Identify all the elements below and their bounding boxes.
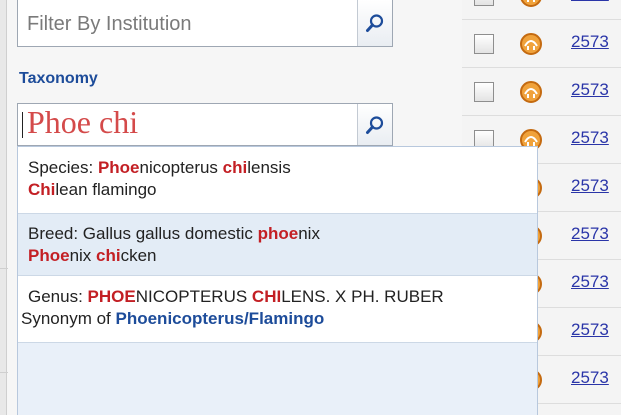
record-link[interactable]: 2573 — [571, 368, 609, 388]
search-icon — [366, 14, 384, 32]
suggestion-breed[interactable]: Breed: Gallus gallus domestic phoenix Ph… — [18, 214, 537, 276]
suggestion-title: Breed: Gallus gallus domestic phoenix — [28, 223, 537, 245]
suggestion-species[interactable]: Species: Phoenicopterus chilensis Chilea… — [18, 147, 537, 214]
result-row: 2573 — [462, 68, 621, 116]
taxonomy-search-button[interactable] — [357, 104, 392, 145]
match-highlight: Phoe — [97, 158, 140, 177]
suggestion-title: Species: Phoenicopterus chilensis — [28, 157, 537, 179]
text-run: nicopterus — [139, 158, 223, 177]
autocomplete-dropdown: Species: Phoenicopterus chilensis Chilea… — [17, 146, 538, 415]
bird-type-icon — [520, 81, 542, 103]
suggestion-genus[interactable]: Genus: PHOENICOPTERUS CHILENS. X PH. RUB… — [18, 276, 537, 343]
row-checkbox[interactable] — [474, 0, 494, 6]
suggestion-subtitle: Synonym of Phoenicopterus/Flamingo — [21, 308, 537, 330]
synonym-link[interactable]: Phoenicopterus/Flamingo — [116, 309, 325, 328]
text-run: Genus: — [28, 287, 88, 306]
record-link[interactable]: 2573 — [571, 128, 609, 148]
divider — [0, 268, 8, 269]
taxonomy-input[interactable]: Phoe chi — [27, 104, 138, 141]
match-highlight: CHI — [251, 287, 282, 306]
text-run: Breed: Gallus gallus domestic — [28, 224, 258, 243]
text-run: LENS. X PH. RUBER — [281, 287, 444, 306]
text-run: Species: — [28, 158, 98, 177]
record-link[interactable]: 2573 — [571, 0, 609, 4]
text-run: cken — [120, 246, 157, 265]
result-row: 2573 — [462, 20, 621, 68]
taxonomy-label: Taxonomy — [19, 70, 98, 87]
row-checkbox[interactable] — [474, 82, 494, 102]
taxonomy-search: Phoe chi — [17, 103, 393, 146]
match-highlight: phoe — [257, 224, 299, 243]
record-link[interactable]: 2573 — [571, 176, 609, 196]
text-run: nix — [69, 246, 97, 265]
record-link[interactable]: 2573 — [571, 32, 609, 52]
institution-filter-input[interactable]: Filter By Institution — [27, 13, 192, 36]
text-caret — [22, 112, 23, 138]
row-checkbox[interactable] — [474, 34, 494, 54]
institution-filter: Filter By Institution — [17, 0, 393, 47]
match-highlight: chi — [96, 246, 121, 265]
record-link[interactable]: 2573 — [571, 272, 609, 292]
text-run: Synonym of — [21, 309, 116, 328]
text-run: lensis — [247, 158, 291, 177]
bird-type-icon — [520, 33, 542, 55]
suggestion-subtitle: Phoenix chicken — [28, 245, 537, 267]
match-highlight: PHOE — [87, 287, 136, 306]
match-highlight: Chi — [28, 180, 56, 199]
record-link[interactable]: 2573 — [571, 224, 609, 244]
institution-search-button[interactable] — [357, 0, 392, 46]
text-run: lean flamingo — [55, 180, 157, 199]
suggestion-title: Genus: PHOENICOPTERUS CHILENS. X PH. RUB… — [21, 286, 537, 308]
search-icon — [366, 115, 384, 134]
text-run: NICOPTERUS — [135, 287, 252, 306]
record-link[interactable]: 2573 — [571, 320, 609, 340]
record-link[interactable]: 2573 — [571, 80, 609, 100]
bird-type-icon — [520, 0, 542, 7]
panel-edge — [0, 0, 8, 415]
match-highlight: chi — [222, 158, 248, 177]
text-run: nix — [298, 224, 320, 243]
divider — [0, 372, 8, 373]
result-row: 2573 — [462, 0, 621, 20]
match-highlight: Phoe — [28, 246, 70, 265]
suggestion-subtitle: Chilean flamingo — [28, 179, 537, 201]
